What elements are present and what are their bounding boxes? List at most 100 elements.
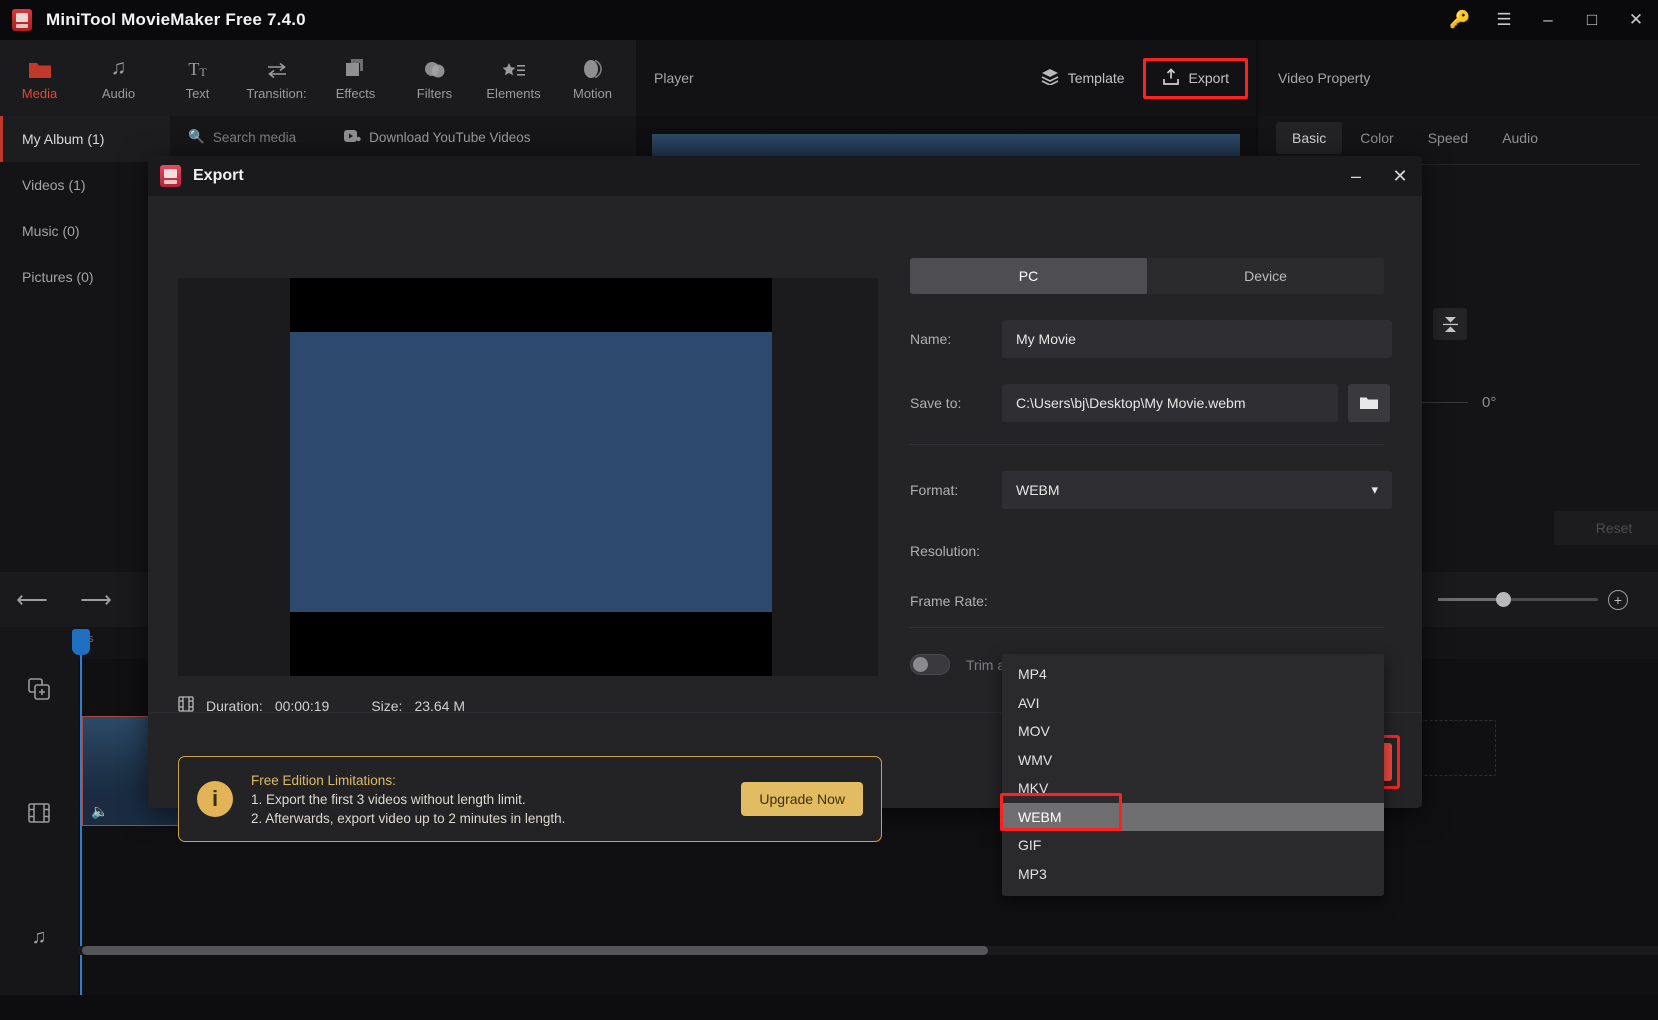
redo-arrow-icon[interactable]: ⟶ <box>64 587 128 613</box>
export-dialog-title: Export <box>193 167 244 184</box>
ribbon-tab-elements[interactable]: Elements <box>474 40 553 116</box>
ribbon-label: Motion <box>572 85 613 101</box>
key-icon[interactable]: 🔑 <box>1438 0 1482 40</box>
timeline-playhead[interactable] <box>80 633 82 995</box>
save-to-input[interactable] <box>1002 384 1338 422</box>
tab-pc[interactable]: PC <box>910 258 1147 294</box>
ribbon-label: Media <box>21 85 58 101</box>
text-icon: TT <box>188 58 207 79</box>
frame-rate-label: Frame Rate: <box>910 593 988 609</box>
divider <box>910 444 1384 445</box>
title-bar: MiniTool MovieMaker Free 7.4.0 🔑 ☰ – □ ✕ <box>0 0 1658 40</box>
format-option-avi[interactable]: AVI <box>1002 689 1384 718</box>
zoom-slider[interactable] <box>1438 592 1598 607</box>
zoom-in-icon[interactable]: + <box>1608 589 1628 610</box>
ribbon-tab-filters[interactable]: Filters <box>395 40 474 116</box>
sidebar-item-pictures[interactable]: Pictures (0) <box>0 254 170 300</box>
ribbon-label: Text <box>185 85 210 101</box>
sidebar-item-music[interactable]: Music (0) <box>0 208 170 254</box>
save-to-row: Save to: <box>910 384 1392 422</box>
ribbon-label: Elements <box>486 85 541 101</box>
ribbon-tab-text[interactable]: TT Text <box>158 40 237 116</box>
tab-basic[interactable]: Basic <box>1276 122 1343 154</box>
window-controls: 🔑 ☰ – □ ✕ <box>1438 0 1658 40</box>
ribbon-tab-motion[interactable]: Motion <box>553 40 632 116</box>
flip-vertical-icon[interactable] <box>1433 308 1467 340</box>
ribbon-tab-effects[interactable]: Effects <box>316 40 395 116</box>
format-option-gif[interactable]: GIF <box>1002 831 1384 860</box>
format-label: Format: <box>910 482 959 498</box>
media-toolbar: 🔍 Search media Download YouTube Videos <box>170 116 636 158</box>
search-input[interactable]: 🔍 Search media <box>188 129 296 145</box>
format-option-mov[interactable]: MOV <box>1002 717 1384 746</box>
export-upload-icon <box>1162 67 1180 89</box>
sidebar-item-videos[interactable]: Videos (1) <box>0 162 170 208</box>
youtube-icon <box>344 129 361 145</box>
media-sidebar: My Album (1) Videos (1) Music (0) Pictur… <box>0 116 170 572</box>
format-dropdown-list[interactable]: MP4 AVI MOV WMV MKV WEBM GIF MP3 <box>1002 654 1384 896</box>
sidebar-item-label: Music (0) <box>22 223 80 239</box>
reset-button[interactable]: Reset <box>1554 511 1658 545</box>
tab-label: Color <box>1360 130 1394 146</box>
tab-color[interactable]: Color <box>1344 122 1409 154</box>
dialog-window-controls: – ✕ <box>1334 156 1422 196</box>
export-preview-frame <box>290 332 772 612</box>
folder-icon[interactable] <box>1348 384 1390 422</box>
minimize-icon[interactable]: – <box>1526 0 1570 40</box>
ribbon-label: Filters <box>416 85 453 101</box>
tab-speed[interactable]: Speed <box>1412 122 1484 154</box>
format-select[interactable]: WEBM ▾ <box>1002 471 1392 509</box>
ribbon-tab-audio[interactable]: ♫ Audio <box>79 40 158 116</box>
minimize-icon[interactable]: – <box>1334 156 1378 196</box>
export-label: Export <box>1188 70 1229 86</box>
speaker-icon[interactable]: 🔈 <box>91 803 108 820</box>
add-media-icon[interactable] <box>0 627 78 751</box>
undo-arrow-icon[interactable]: ⟵ <box>0 587 64 613</box>
music-note-icon: ♫ <box>110 55 127 79</box>
timeline-playhead-handle[interactable] <box>72 629 90 655</box>
layers-square-icon <box>345 56 367 80</box>
framerate-row: Frame Rate: <box>910 593 1392 609</box>
export-preview <box>178 278 878 676</box>
format-option-wmv[interactable]: WMV <box>1002 746 1384 775</box>
format-option-mp3[interactable]: MP3 <box>1002 860 1384 889</box>
export-button[interactable]: Export <box>1142 57 1248 99</box>
timeline-scrollbar-thumb[interactable] <box>82 946 988 955</box>
film-strip-icon[interactable] <box>0 751 78 875</box>
ribbon-tab-transitions[interactable]: Transition: <box>237 40 316 116</box>
rotation-control[interactable]: 0° <box>1408 394 1638 411</box>
sidebar-item-my-album[interactable]: My Album (1) <box>0 116 170 162</box>
close-icon[interactable]: ✕ <box>1378 156 1422 196</box>
tab-label: Audio <box>1502 130 1538 146</box>
ribbon-tab-media[interactable]: Media <box>0 40 79 116</box>
player-actions: Template Export <box>1029 57 1256 99</box>
export-preview-letterbox <box>290 278 772 676</box>
trim-toggle[interactable] <box>910 654 950 675</box>
option-label: WMV <box>1018 751 1053 768</box>
tab-device[interactable]: Device <box>1147 258 1384 294</box>
name-input[interactable] <box>1002 320 1392 358</box>
format-option-mp4[interactable]: MP4 <box>1002 660 1384 689</box>
zoom-slider-handle[interactable] <box>1495 592 1511 607</box>
tab-audio[interactable]: Audio <box>1486 122 1554 154</box>
close-icon[interactable]: ✕ <box>1614 0 1658 40</box>
tab-label: Device <box>1244 268 1287 284</box>
video-property-header: Video Property <box>1258 40 1658 116</box>
app-logo-icon <box>12 9 32 31</box>
player-label: Player <box>654 70 694 86</box>
option-label: MOV <box>1018 723 1050 740</box>
template-button[interactable]: Template <box>1029 61 1137 96</box>
hamburger-menu-icon[interactable]: ☰ <box>1482 0 1526 40</box>
chevron-down-icon[interactable]: ▾ <box>1371 482 1378 498</box>
maximize-icon[interactable]: □ <box>1570 0 1614 40</box>
youtube-label: Download YouTube Videos <box>369 129 531 145</box>
destination-tabs: PC Device <box>910 258 1384 294</box>
divider <box>910 627 1384 628</box>
ribbon-toolbar: Media ♫ Audio TT Text Transition: Effect… <box>0 40 636 116</box>
download-youtube-videos-button[interactable]: Download YouTube Videos <box>344 129 531 145</box>
toggle-knob <box>913 657 928 672</box>
rotation-value: 0° <box>1482 394 1497 411</box>
droplets-icon <box>423 56 447 80</box>
timeline-zoom-control: + <box>1438 589 1658 610</box>
music-note-icon[interactable]: ♫ <box>0 875 78 999</box>
